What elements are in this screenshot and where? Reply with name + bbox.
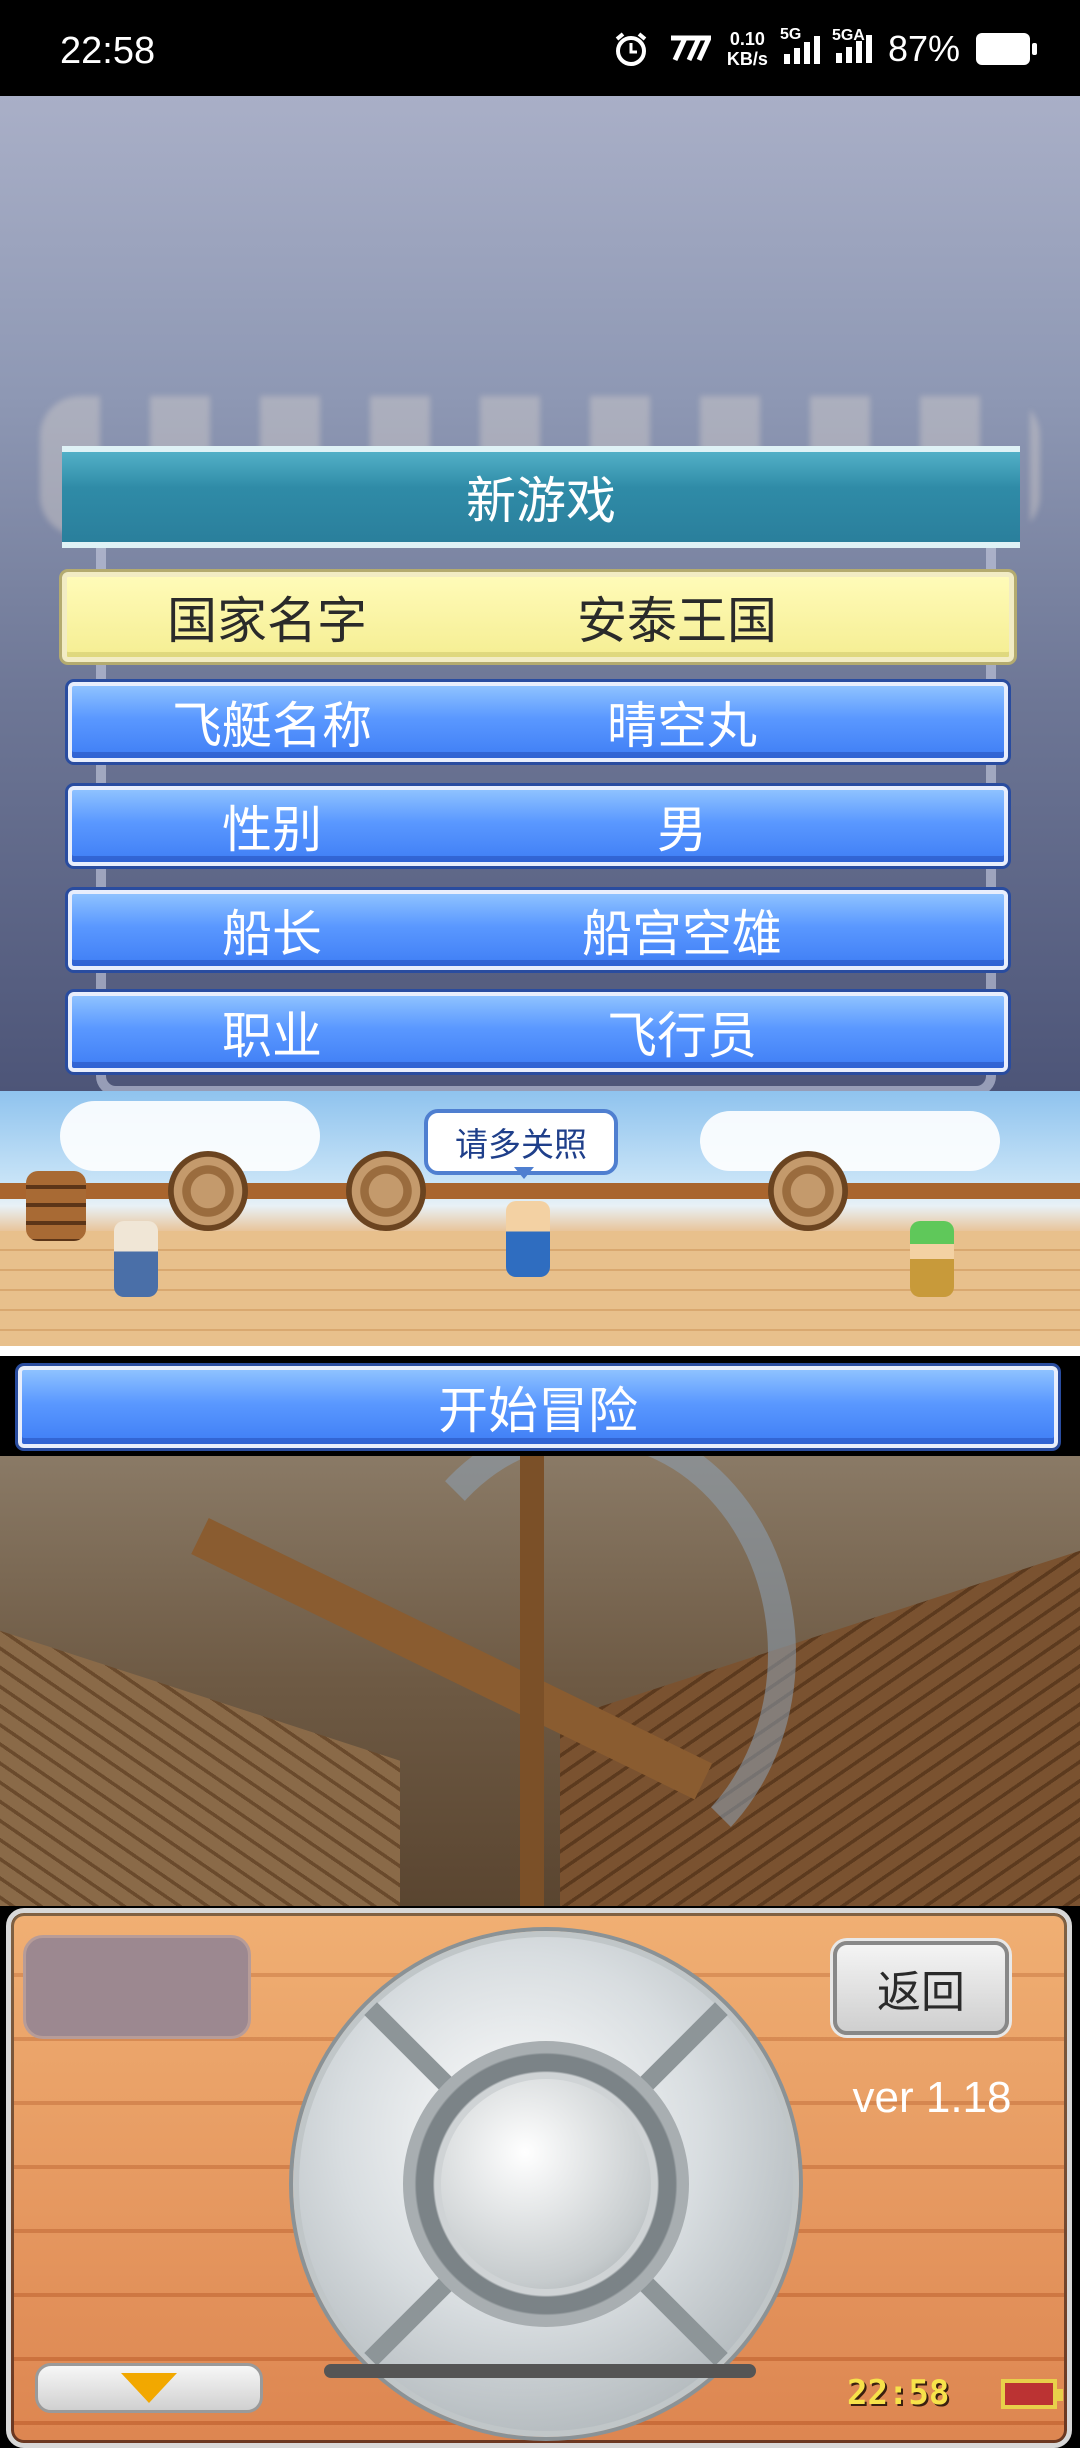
row-profession[interactable]: 职业 飞行员	[68, 992, 1008, 1072]
row-value: 男	[657, 801, 707, 859]
dpad[interactable]	[293, 1931, 799, 2437]
signal-label: 5GA	[831, 27, 865, 44]
row-airship-name[interactable]: 飞艇名称 晴空丸	[68, 682, 1008, 762]
menu-down-button[interactable]	[35, 2363, 263, 2413]
status-time: 22:58	[60, 30, 156, 72]
row-value: 晴空丸	[607, 697, 757, 755]
version-label: ver 1.18	[852, 2073, 1012, 2122]
character-crew	[910, 1221, 954, 1297]
net-speed-value: 0.10	[729, 29, 765, 49]
cloud	[700, 1111, 1000, 1171]
dpad-center-button[interactable]	[441, 2079, 651, 2289]
row-label: 性别	[222, 801, 322, 859]
alarm-icon	[615, 32, 647, 66]
row-value: 飞行员	[607, 1007, 757, 1065]
carrier-logo-icon	[670, 35, 711, 62]
status-icons: 0.10 KB/s 5G 5GA 87%	[611, 24, 1037, 74]
mast	[520, 1456, 544, 1906]
row-label: 职业	[222, 1007, 322, 1065]
barrel	[26, 1171, 86, 1241]
deck-scene: 请多关照	[0, 1091, 1080, 1346]
row-gender[interactable]: 性别 男	[68, 786, 1008, 866]
speech-bubble: 请多关照	[424, 1109, 618, 1179]
game-clock: 22:58	[847, 2373, 950, 2413]
row-label: 国家名字	[167, 592, 367, 650]
blank-slot	[23, 1935, 251, 2039]
deck-rail	[0, 1183, 1080, 1199]
row-captain[interactable]: 船长 船宫空雄	[68, 890, 1008, 970]
row-value: 船宫空雄	[582, 905, 782, 963]
cannon-wheel	[168, 1151, 248, 1231]
character-elder	[114, 1221, 158, 1297]
cannon-wheel	[346, 1151, 426, 1231]
game-battery-icon	[1001, 2379, 1063, 2409]
signal-5g-icon: 5G	[780, 26, 820, 64]
net-speed-unit: KB/s	[726, 49, 768, 69]
row-value: 安泰王国	[577, 592, 777, 650]
divider	[0, 1346, 1080, 1356]
row-country-name[interactable]: 国家名字 安泰王国	[62, 572, 1014, 662]
new-game-title: 新游戏	[62, 446, 1020, 548]
cannon-wheel	[768, 1151, 848, 1231]
row-label: 船长	[222, 905, 322, 963]
ship-scene	[0, 1456, 1080, 1906]
signal-label: 5G	[779, 26, 802, 43]
battery-icon	[976, 33, 1037, 65]
left-deck	[0, 1611, 400, 1906]
net-speed: 0.10 KB/s	[727, 29, 768, 69]
battery-percent: 87%	[887, 28, 960, 69]
game-screen: 新游戏 国家名字 安泰王国 飞艇名称 晴空丸 性别 男 船长 船宫空雄 职业 飞…	[0, 96, 1080, 2448]
back-button[interactable]: 返回	[833, 1941, 1009, 2035]
triangle-down-icon	[121, 2373, 177, 2403]
status-bar: 22:58 0.10 KB/s 5G 5GA 87%	[0, 0, 1080, 96]
start-adventure-button[interactable]: 开始冒险	[18, 1366, 1058, 1448]
signal-5ga-icon: 5GA	[832, 27, 872, 63]
row-label: 飞艇名称	[172, 697, 372, 755]
character-captain	[506, 1201, 550, 1277]
home-indicator[interactable]	[324, 2364, 756, 2378]
